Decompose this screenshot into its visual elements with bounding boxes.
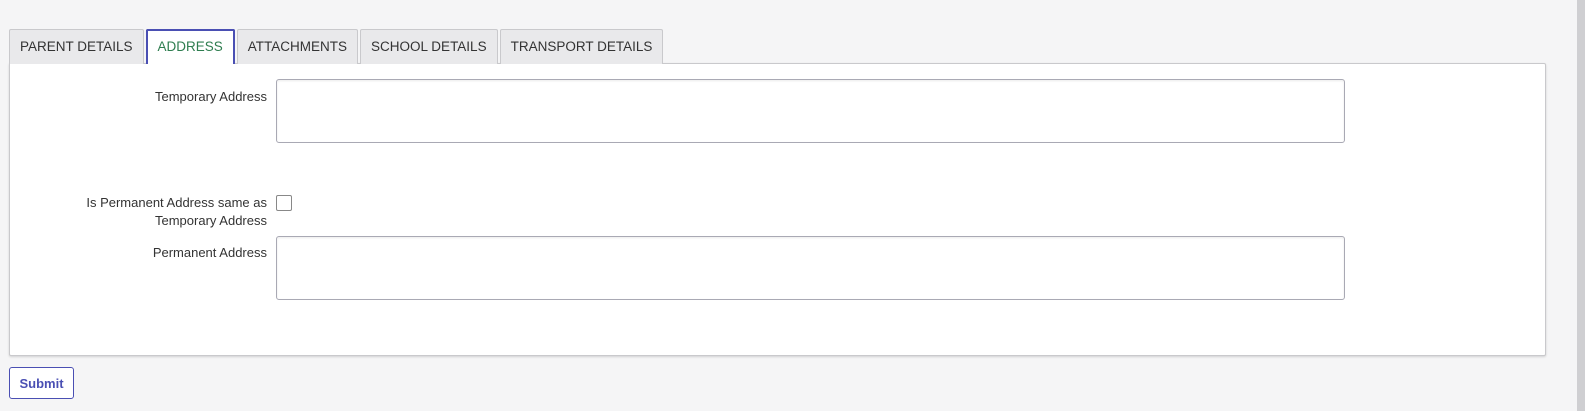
same-as-temporary-checkbox[interactable]: [276, 195, 292, 211]
same-as-temporary-label-line1: Is Permanent Address same as: [86, 195, 267, 210]
tab-address[interactable]: ADDRESS: [145, 29, 235, 64]
tab-transport-details[interactable]: TRANSPORT DETAILS: [499, 29, 664, 64]
tab-attachments[interactable]: ATTACHMENTS: [236, 29, 359, 64]
temporary-address-label: Temporary Address: [155, 89, 267, 104]
temporary-address-field[interactable]: [276, 79, 1345, 143]
same-as-temporary-label-line2: Temporary Address: [155, 213, 267, 228]
vertical-scrollbar[interactable]: [1577, 0, 1585, 411]
page: PARENT DETAILS ADDRESS ATTACHMENTS SCHOO…: [0, 0, 1585, 411]
same-as-temporary-label: Is Permanent Address same as Temporary A…: [10, 194, 267, 230]
submit-button[interactable]: Submit: [9, 367, 74, 399]
address-panel: Temporary Address Is Permanent Address s…: [9, 63, 1546, 356]
tab-school-details[interactable]: SCHOOL DETAILS: [360, 29, 498, 64]
tab-bar: PARENT DETAILS ADDRESS ATTACHMENTS SCHOO…: [9, 29, 665, 64]
tab-parent-details[interactable]: PARENT DETAILS: [9, 29, 144, 64]
permanent-address-label: Permanent Address: [152, 245, 267, 260]
permanent-address-field[interactable]: [276, 236, 1345, 300]
